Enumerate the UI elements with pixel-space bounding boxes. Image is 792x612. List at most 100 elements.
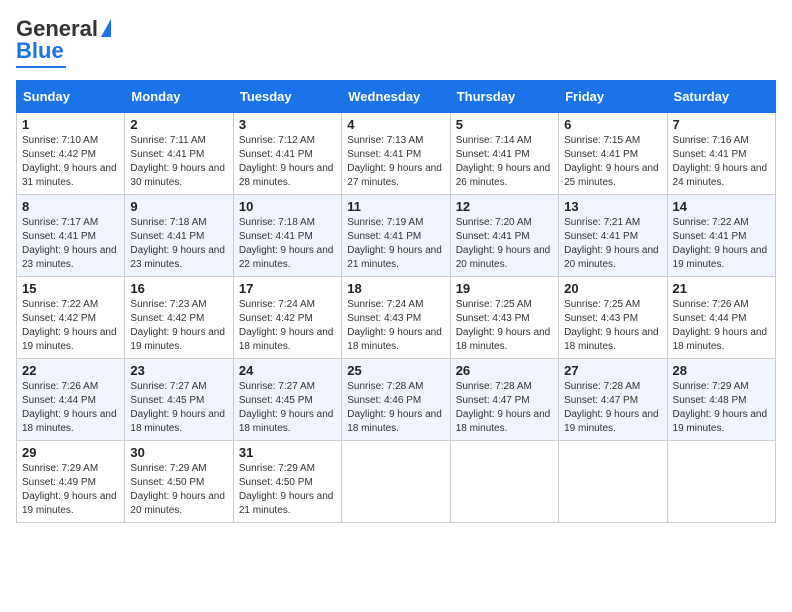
calendar-cell: 29 Sunrise: 7:29 AMSunset: 4:49 PMDayligh… xyxy=(17,441,125,523)
calendar-cell: 4Sunrise: 7:13 AMSunset: 4:41 PMDaylight… xyxy=(342,113,450,195)
day-number: 28 xyxy=(673,363,770,378)
calendar-cell: 12 Sunrise: 7:20 AMSunset: 4:41 PMDayligh… xyxy=(450,195,558,277)
day-info: Sunrise: 7:23 AMSunset: 4:42 PMDaylight:… xyxy=(130,298,227,354)
day-info: Sunrise: 7:11 AMSunset: 4:41 PMDaylight:… xyxy=(130,134,227,190)
day-number: 21 xyxy=(673,281,770,296)
week-row-4: 22 Sunrise: 7:26 AMSunset: 4:44 PMDayligh… xyxy=(17,359,776,441)
day-number: 26 xyxy=(456,363,553,378)
calendar-cell: 3 Sunrise: 7:12 AMSunset: 4:41 PMDaylight… xyxy=(233,113,341,195)
calendar-cell xyxy=(667,441,775,523)
day-number: 27 xyxy=(564,363,661,378)
week-row-5: 29 Sunrise: 7:29 AMSunset: 4:49 PMDayligh… xyxy=(17,441,776,523)
calendar-cell: 7 Sunrise: 7:16 AMSunset: 4:41 PMDaylight… xyxy=(667,113,775,195)
day-info: Sunrise: 7:24 AMSunset: 4:42 PMDaylight:… xyxy=(239,298,336,354)
day-number: 24 xyxy=(239,363,336,378)
day-number: 5 xyxy=(456,117,553,132)
day-number: 14 xyxy=(673,199,770,214)
calendar-cell: 11 Sunrise: 7:19 AMSunset: 4:41 PMDayligh… xyxy=(342,195,450,277)
day-info: Sunrise: 7:29 AMSunset: 4:49 PMDaylight:… xyxy=(22,462,119,518)
day-info: Sunrise: 7:29 AMSunset: 4:50 PMDaylight:… xyxy=(239,462,336,518)
day-info: Sunrise: 7:20 AMSunset: 4:41 PMDaylight:… xyxy=(456,216,553,272)
day-number: 12 xyxy=(456,199,553,214)
day-number: 19 xyxy=(456,281,553,296)
day-info: Sunrise: 7:22 AMSunset: 4:41 PMDaylight:… xyxy=(673,216,770,272)
day-number: 31 xyxy=(239,445,336,460)
calendar-cell: 6 Sunrise: 7:15 AMSunset: 4:41 PMDaylight… xyxy=(559,113,667,195)
logo-blue: Blue xyxy=(16,38,64,64)
day-number: 6 xyxy=(564,117,661,132)
day-number: 3 xyxy=(239,117,336,132)
day-info: Sunrise: 7:19 AMSunset: 4:41 PMDaylight:… xyxy=(347,216,444,272)
calendar-cell: 22 Sunrise: 7:26 AMSunset: 4:44 PMDayligh… xyxy=(17,359,125,441)
calendar-cell: 15Sunrise: 7:22 AMSunset: 4:42 PMDayligh… xyxy=(17,277,125,359)
calendar-cell xyxy=(559,441,667,523)
day-number: 11 xyxy=(347,199,444,214)
day-info: Sunrise: 7:12 AMSunset: 4:41 PMDaylight:… xyxy=(239,134,336,190)
day-info: Sunrise: 7:28 AMSunset: 4:47 PMDaylight:… xyxy=(456,380,553,436)
calendar-cell: 25 Sunrise: 7:28 AMSunset: 4:46 PMDayligh… xyxy=(342,359,450,441)
day-number: 18 xyxy=(347,281,444,296)
calendar-cell: 9 Sunrise: 7:18 AMSunset: 4:41 PMDaylight… xyxy=(125,195,233,277)
day-number: 29 xyxy=(22,445,119,460)
calendar-cell: 17 Sunrise: 7:24 AMSunset: 4:42 PMDayligh… xyxy=(233,277,341,359)
calendar-cell: 30 Sunrise: 7:29 AMSunset: 4:50 PMDayligh… xyxy=(125,441,233,523)
calendar-cell: 10 Sunrise: 7:18 AMSunset: 4:41 PMDayligh… xyxy=(233,195,341,277)
day-info: Sunrise: 7:26 AMSunset: 4:44 PMDaylight:… xyxy=(22,380,119,436)
day-info: Sunrise: 7:27 AMSunset: 4:45 PMDaylight:… xyxy=(130,380,227,436)
weekday-header-row: SundayMondayTuesdayWednesdayThursdayFrid… xyxy=(17,81,776,113)
day-number: 17 xyxy=(239,281,336,296)
calendar-cell: 14 Sunrise: 7:22 AMSunset: 4:41 PMDayligh… xyxy=(667,195,775,277)
day-info: Sunrise: 7:13 AMSunset: 4:41 PMDaylight:… xyxy=(347,134,444,190)
day-info: Sunrise: 7:15 AMSunset: 4:41 PMDaylight:… xyxy=(564,134,661,190)
day-number: 22 xyxy=(22,363,119,378)
calendar-cell: 20 Sunrise: 7:25 AMSunset: 4:43 PMDayligh… xyxy=(559,277,667,359)
day-info: Sunrise: 7:25 AMSunset: 4:43 PMDaylight:… xyxy=(456,298,553,354)
calendar-body: 1 Sunrise: 7:10 AMSunset: 4:42 PMDaylight… xyxy=(17,113,776,523)
calendar-cell: 26 Sunrise: 7:28 AMSunset: 4:47 PMDayligh… xyxy=(450,359,558,441)
calendar-cell: 2 Sunrise: 7:11 AMSunset: 4:41 PMDaylight… xyxy=(125,113,233,195)
calendar-cell: 16Sunrise: 7:23 AMSunset: 4:42 PMDayligh… xyxy=(125,277,233,359)
day-info: Sunrise: 7:29 AMSunset: 4:50 PMDaylight:… xyxy=(130,462,227,518)
logo: General Blue xyxy=(16,16,111,68)
day-info: Sunrise: 7:21 AMSunset: 4:41 PMDaylight:… xyxy=(564,216,661,272)
day-number: 25 xyxy=(347,363,444,378)
weekday-header-wednesday: Wednesday xyxy=(342,81,450,113)
day-number: 1 xyxy=(22,117,119,132)
calendar-cell xyxy=(450,441,558,523)
day-number: 30 xyxy=(130,445,227,460)
day-number: 20 xyxy=(564,281,661,296)
day-number: 7 xyxy=(673,117,770,132)
calendar-cell: 31 Sunrise: 7:29 AMSunset: 4:50 PMDayligh… xyxy=(233,441,341,523)
calendar-cell: 18Sunrise: 7:24 AMSunset: 4:43 PMDayligh… xyxy=(342,277,450,359)
day-info: Sunrise: 7:28 AMSunset: 4:46 PMDaylight:… xyxy=(347,380,444,436)
weekday-header-friday: Friday xyxy=(559,81,667,113)
day-info: Sunrise: 7:16 AMSunset: 4:41 PMDaylight:… xyxy=(673,134,770,190)
day-info: Sunrise: 7:22 AMSunset: 4:42 PMDaylight:… xyxy=(22,298,119,354)
day-info: Sunrise: 7:17 AMSunset: 4:41 PMDaylight:… xyxy=(22,216,119,272)
day-info: Sunrise: 7:14 AMSunset: 4:41 PMDaylight:… xyxy=(456,134,553,190)
day-number: 2 xyxy=(130,117,227,132)
day-number: 10 xyxy=(239,199,336,214)
calendar-cell: 1 Sunrise: 7:10 AMSunset: 4:42 PMDaylight… xyxy=(17,113,125,195)
logo-underline xyxy=(16,66,66,68)
day-info: Sunrise: 7:18 AMSunset: 4:41 PMDaylight:… xyxy=(239,216,336,272)
logo-icon xyxy=(101,19,111,37)
calendar-cell: 23 Sunrise: 7:27 AMSunset: 4:45 PMDayligh… xyxy=(125,359,233,441)
day-info: Sunrise: 7:28 AMSunset: 4:47 PMDaylight:… xyxy=(564,380,661,436)
day-number: 23 xyxy=(130,363,227,378)
header: General Blue xyxy=(16,16,776,68)
weekday-header-thursday: Thursday xyxy=(450,81,558,113)
day-info: Sunrise: 7:27 AMSunset: 4:45 PMDaylight:… xyxy=(239,380,336,436)
calendar-cell: 5 Sunrise: 7:14 AMSunset: 4:41 PMDaylight… xyxy=(450,113,558,195)
weekday-header-monday: Monday xyxy=(125,81,233,113)
calendar-cell: 27 Sunrise: 7:28 AMSunset: 4:47 PMDayligh… xyxy=(559,359,667,441)
weekday-header-sunday: Sunday xyxy=(17,81,125,113)
calendar-cell: 13Sunrise: 7:21 AMSunset: 4:41 PMDayligh… xyxy=(559,195,667,277)
day-info: Sunrise: 7:18 AMSunset: 4:41 PMDaylight:… xyxy=(130,216,227,272)
calendar-cell xyxy=(342,441,450,523)
day-info: Sunrise: 7:25 AMSunset: 4:43 PMDaylight:… xyxy=(564,298,661,354)
day-info: Sunrise: 7:10 AMSunset: 4:42 PMDaylight:… xyxy=(22,134,119,190)
day-number: 9 xyxy=(130,199,227,214)
calendar-table: SundayMondayTuesdayWednesdayThursdayFrid… xyxy=(16,80,776,523)
day-info: Sunrise: 7:29 AMSunset: 4:48 PMDaylight:… xyxy=(673,380,770,436)
